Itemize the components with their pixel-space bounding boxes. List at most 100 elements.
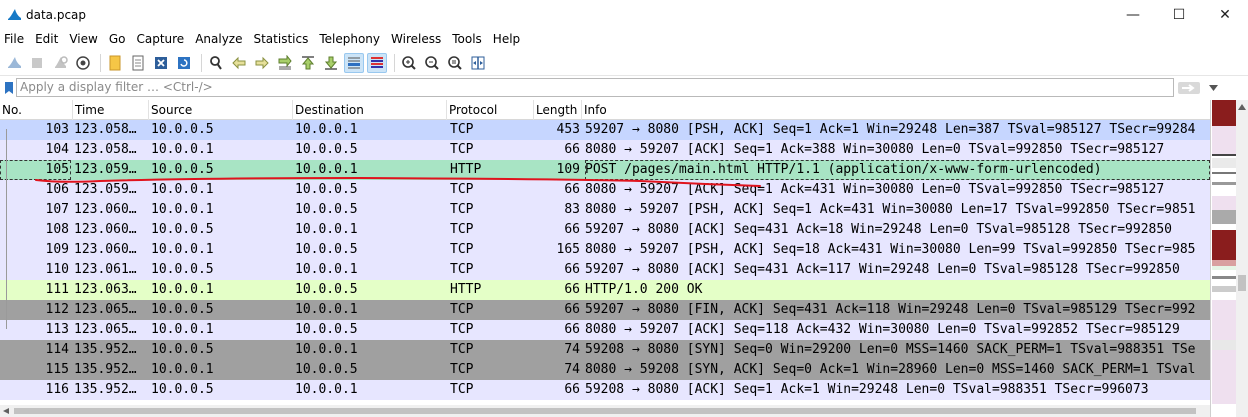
packet-destination: 10.0.0.1 (295, 222, 358, 237)
start-capture-button[interactable] (4, 53, 24, 73)
packet-row[interactable]: 112 123.065… 10.0.0.5 10.0.0.1 TCP 66 59207 → … (0, 300, 1210, 320)
packet-length: 453 (556, 122, 580, 137)
menu-edit[interactable]: Edit (31, 29, 65, 50)
stop-capture-button[interactable] (27, 53, 47, 73)
column-header-destination[interactable]: Destination (293, 100, 447, 120)
packet-row[interactable]: 107 123.060… 10.0.0.1 10.0.0.5 TCP 83 8080 → 5… (0, 200, 1210, 220)
packet-row[interactable]: 109 123.060… 10.0.0.1 10.0.0.5 TCP 165 8080 → … (0, 240, 1210, 260)
filter-dropdown-button[interactable] (1206, 79, 1220, 96)
packet-row[interactable]: 116 135.952… 10.0.0.5 10.0.0.1 TCP 66 59208 → … (0, 380, 1210, 400)
zoom-in-button[interactable] (399, 53, 419, 73)
close-file-button[interactable] (151, 53, 171, 73)
reload-file-button[interactable] (174, 53, 194, 73)
packet-length: 66 (564, 282, 580, 297)
toolbar-separator (201, 53, 202, 72)
resize-columns-button[interactable] (468, 53, 488, 73)
packet-source: 10.0.0.5 (151, 262, 214, 277)
packet-row[interactable]: 115 135.952… 10.0.0.1 10.0.0.5 TCP 74 8080 → 5… (0, 360, 1210, 380)
packet-time: 135.952… (74, 382, 137, 397)
colorize-button[interactable] (367, 52, 387, 73)
packet-number: 114 (45, 342, 69, 357)
packet-info: 8080 → 59207 [ACK] Seq=1 Ack=388 Win=300… (585, 142, 1165, 157)
packet-row[interactable]: 104 123.058… 10.0.0.1 10.0.0.5 TCP 66 8080 → 5… (0, 140, 1210, 160)
vertical-scroll-thumb[interactable] (1238, 275, 1246, 291)
packet-protocol: TCP (450, 302, 474, 317)
column-header-no[interactable]: No. (0, 100, 73, 120)
last-packet-button[interactable] (321, 53, 341, 73)
packet-number: 110 (45, 262, 69, 277)
packet-number: 104 (45, 142, 69, 157)
packet-time: 123.058… (74, 142, 137, 157)
find-packet-button[interactable] (206, 53, 226, 73)
packet-row[interactable]: 113 123.065… 10.0.0.1 10.0.0.5 TCP 66 8080 → 5… (0, 320, 1210, 340)
go-forward-button[interactable] (252, 53, 272, 73)
first-packet-button[interactable] (298, 53, 318, 73)
packet-row[interactable]: 108 123.060… 10.0.0.5 10.0.0.1 TCP 66 59207 → … (0, 220, 1210, 240)
packet-number: 106 (45, 182, 69, 197)
packet-info: 8080 → 59207 [ACK] Seq=118 Ack=432 Win=3… (585, 322, 1180, 337)
menu-go[interactable]: Go (105, 29, 133, 50)
packet-minimap[interactable] (1210, 100, 1236, 417)
minimap-segment (1212, 126, 1236, 154)
packet-row[interactable]: 111 123.063… 10.0.0.1 10.0.0.5 HTTP 66 HTTP/1.… (0, 280, 1210, 300)
scroll-left-icon[interactable] (3, 408, 9, 414)
restart-capture-button[interactable] (50, 53, 70, 73)
packet-number: 115 (45, 362, 69, 377)
packet-row[interactable]: 105 123.059… 10.0.0.5 10.0.0.1 HTTP 109 POST /… (0, 160, 1210, 180)
menu-capture[interactable]: Capture (132, 29, 191, 50)
menu-telephony[interactable]: Telephony (315, 29, 387, 50)
zoom-out-button[interactable] (422, 53, 442, 73)
horizontal-scrollbar[interactable] (0, 405, 1210, 417)
filter-bookmark-button[interactable] (2, 79, 16, 97)
shark-fin-icon (8, 8, 21, 20)
column-header-time[interactable]: Time (73, 100, 149, 120)
normal-size-button[interactable] (445, 53, 465, 73)
minimap-segment (1212, 300, 1236, 340)
column-header-protocol[interactable]: Protocol (447, 100, 534, 120)
capture-options-button[interactable] (73, 53, 93, 73)
packet-list[interactable]: No. Time Source Destination Protocol Len… (0, 100, 1210, 417)
packet-time: 123.061… (74, 262, 137, 277)
go-back-button[interactable] (229, 53, 249, 73)
packet-row[interactable]: 106 123.059… 10.0.0.1 10.0.0.5 TCP 66 8080 → 5… (0, 180, 1210, 200)
menu-statistics[interactable]: Statistics (249, 29, 315, 50)
packet-destination: 10.0.0.5 (295, 142, 358, 157)
packet-number: 107 (45, 202, 69, 217)
autoscroll-button[interactable] (344, 52, 364, 73)
column-header-info[interactable]: Info (582, 100, 1210, 120)
menu-tools[interactable]: Tools (448, 29, 489, 50)
packet-source: 10.0.0.1 (151, 202, 214, 217)
horizontal-scroll-thumb[interactable] (14, 408, 1196, 414)
column-header-length[interactable]: Length (534, 100, 582, 120)
save-file-button[interactable] (128, 53, 148, 73)
maximize-button[interactable]: ☐ (1156, 0, 1202, 29)
minimize-button[interactable]: — (1110, 0, 1156, 29)
packet-row[interactable]: 114 135.952… 10.0.0.5 10.0.0.1 TCP 74 59208 → … (0, 340, 1210, 360)
packet-row[interactable]: 103 123.058… 10.0.0.5 10.0.0.1 TCP 453 59207 →… (0, 120, 1210, 140)
packet-info: POST /pages/main.html HTTP/1.1 (applicat… (585, 160, 1210, 180)
search-icon (210, 55, 222, 70)
packet-time: 123.060… (74, 242, 137, 257)
packet-length: 66 (564, 302, 580, 317)
vertical-scrollbar[interactable] (1236, 100, 1248, 417)
menu-view[interactable]: View (65, 29, 104, 50)
scroll-up-icon[interactable] (1238, 104, 1246, 110)
minimap-segment (1212, 286, 1236, 292)
packet-row[interactable]: 110 123.061… 10.0.0.5 10.0.0.1 TCP 66 59207 → … (0, 260, 1210, 280)
packet-time: 123.063… (74, 282, 137, 297)
close-button[interactable]: ✕ (1202, 0, 1248, 29)
open-file-button[interactable] (105, 53, 125, 73)
minimap-segment (1212, 182, 1236, 185)
packet-protocol: TCP (450, 142, 474, 157)
packet-time: 123.060… (74, 202, 137, 217)
menu-help[interactable]: Help (489, 29, 527, 50)
apply-filter-button[interactable] (1176, 79, 1202, 96)
column-header-source[interactable]: Source (149, 100, 293, 120)
menu-file[interactable]: File (0, 29, 31, 50)
display-filter-input[interactable]: Apply a display filter … <Ctrl-/> (16, 78, 1174, 97)
display-filter-bar: Apply a display filter … <Ctrl-/> (0, 78, 1248, 98)
go-to-packet-button[interactable] (275, 53, 295, 73)
menu-analyze[interactable]: Analyze (191, 29, 249, 50)
arrow-up-icon (301, 55, 315, 69)
menu-wireless[interactable]: Wireless (387, 29, 448, 50)
